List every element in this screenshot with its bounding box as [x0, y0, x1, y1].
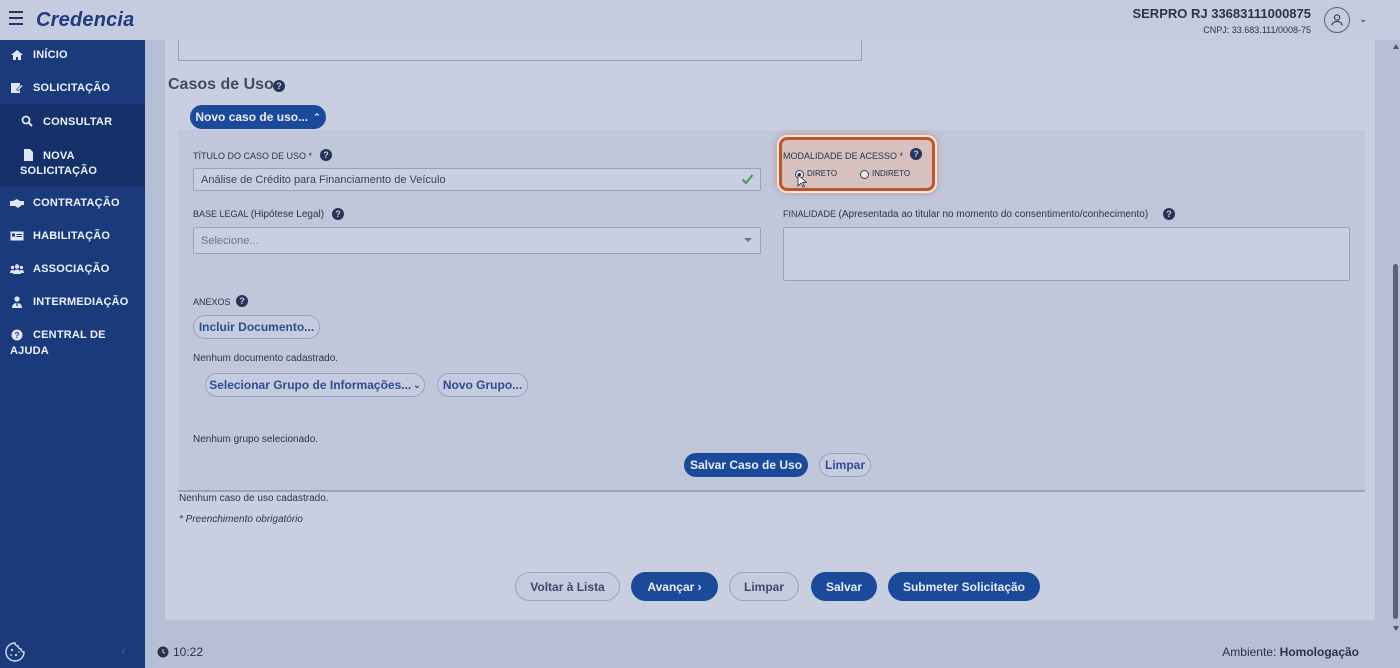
- mouse-cursor-icon: [797, 174, 807, 188]
- menu-icon[interactable]: [9, 11, 23, 25]
- handshake-icon: [10, 199, 24, 208]
- no-use-case-text: Nenhum caso de uso cadastrado.: [179, 493, 329, 504]
- back-to-list-button[interactable]: Voltar à Lista: [515, 572, 620, 601]
- titulo-value: Análise de Crédito para Financiamento de…: [201, 173, 446, 186]
- sidebar-item-nova-solicitacao[interactable]: NOVA SOLICITAÇÃO: [0, 138, 145, 186]
- sidebar-item-label: CENTRAL DE: [33, 329, 106, 341]
- base-legal-select[interactable]: Selecione...: [193, 227, 761, 254]
- anexos-label: ANEXOS: [193, 297, 231, 307]
- sidebar-item-label: SOLICITAÇÃO: [20, 165, 98, 177]
- environment-info: Ambiente: Homologação: [1222, 645, 1359, 659]
- finalidade-label: FINALIDADE (Apresentada ao titular no mo…: [783, 209, 1148, 220]
- users-icon: [10, 264, 24, 274]
- search-icon: [21, 115, 33, 127]
- help-icon[interactable]: ?: [273, 80, 285, 92]
- radio-indireto-label: INDIRETO: [872, 169, 911, 178]
- dropdown-caret-icon: [744, 238, 752, 242]
- select-group-button[interactable]: Selecionar Grupo de Informações... ⌄: [205, 373, 425, 397]
- environment-value: Homologação: [1279, 645, 1359, 659]
- finalidade-label-text: FINALIDADE: [783, 209, 837, 219]
- no-documents-text: Nenhum documento cadastrado.: [193, 353, 339, 364]
- sidebar-item-label: HABILITAÇÃO: [33, 230, 111, 242]
- sidebar-item-associacao[interactable]: ASSOCIAÇÃO: [0, 263, 145, 277]
- submit-request-button[interactable]: Submeter Solicitação: [888, 572, 1040, 601]
- select-group-label: Selecionar Grupo de Informações...: [209, 378, 412, 392]
- base-legal-hint: (Hipótese Legal): [250, 209, 325, 220]
- new-use-case-button[interactable]: Novo caso de uso... ⌃: [190, 105, 326, 129]
- radio-direto-label: DIRETO: [807, 169, 838, 178]
- scroll-down-icon[interactable]: [1393, 626, 1399, 631]
- previous-textarea[interactable]: [178, 40, 862, 61]
- help-icon[interactable]: ?: [236, 295, 248, 307]
- sidebar-item-label: INÍCIO: [33, 49, 68, 61]
- edit-icon: [11, 83, 24, 93]
- base-legal-label-text: BASE LEGAL: [193, 209, 249, 219]
- sidebar: INÍCIO SOLICITAÇÃO CONSULTAR NOVA SOLICI…: [0, 40, 145, 635]
- sidebar-item-label: SOLICITAÇÃO: [33, 82, 111, 94]
- new-group-button[interactable]: Novo Grupo...: [437, 373, 528, 397]
- check-icon: [741, 174, 754, 185]
- no-group-text: Nenhum grupo selecionado.: [193, 434, 319, 445]
- sidebar-item-label: CONTRATAÇÃO: [33, 197, 120, 209]
- organization-name: SERPRO RJ 33683111000875: [1132, 6, 1311, 21]
- sidebar-item-label: CONSULTAR: [43, 116, 113, 128]
- sidebar-item-solicitacao[interactable]: SOLICITAÇÃO: [0, 82, 145, 96]
- sidebar-item-central-de-ajuda[interactable]: ? CENTRAL DE AJUDA: [0, 329, 145, 363]
- incluir-documento-button[interactable]: Incluir Documento...: [193, 315, 320, 339]
- sidebar-item-label: ASSOCIAÇÃO: [33, 263, 110, 275]
- finalidade-hint: (Apresentada ao titular no momento do co…: [838, 209, 1149, 220]
- chevron-down-icon: ⌄: [413, 379, 421, 390]
- modalidade-label: MODALIDADE DE ACESSO *: [783, 151, 904, 161]
- required-note: * Preenchimento obrigatório: [179, 514, 303, 525]
- user-tie-icon: [12, 296, 22, 308]
- current-time: 10:22: [173, 645, 204, 659]
- scroll-up-icon[interactable]: [1393, 44, 1399, 49]
- id-card-icon: [10, 231, 24, 241]
- section-title-casos-de-uso: Casos de Uso: [168, 76, 274, 93]
- document-icon: [24, 149, 33, 161]
- clear-button[interactable]: Limpar: [729, 572, 799, 601]
- sidebar-item-label: NOVA: [43, 150, 75, 162]
- home-icon: [11, 50, 23, 60]
- brand-logo: Credencia: [36, 9, 135, 31]
- environment-label: Ambiente:: [1222, 645, 1277, 659]
- clock-icon: [157, 646, 169, 658]
- help-icon[interactable]: ?: [320, 149, 332, 161]
- user-avatar-button[interactable]: [1324, 7, 1350, 33]
- chevron-up-icon: ⌃: [313, 111, 321, 122]
- scrollbar-thumb[interactable]: [1393, 264, 1398, 619]
- clear-use-case-button[interactable]: Limpar: [819, 453, 871, 477]
- radio-indireto[interactable]: [860, 170, 869, 179]
- base-legal-label: BASE LEGAL (Hipótese Legal): [193, 209, 324, 220]
- chevron-down-icon[interactable]: ⌄: [1359, 14, 1367, 25]
- status-footer: [145, 635, 1400, 668]
- sidebar-item-inicio[interactable]: INÍCIO: [0, 49, 145, 63]
- cookie-settings-icon[interactable]: [4, 641, 26, 663]
- save-button[interactable]: Salvar: [811, 572, 877, 601]
- help-icon[interactable]: ?: [910, 148, 922, 160]
- help-icon[interactable]: ?: [1163, 208, 1175, 220]
- svg-text:?: ?: [14, 331, 19, 340]
- scrollbar[interactable]: [1391, 44, 1400, 634]
- sidebar-item-label: INTERMEDIAÇÃO: [33, 296, 129, 308]
- new-use-case-label: Novo caso de uso...: [195, 110, 309, 124]
- sidebar-item-consultar[interactable]: CONSULTAR: [0, 104, 145, 138]
- organization-info: SERPRO RJ 33683111000875 CNPJ: 33.683.11…: [1132, 6, 1311, 35]
- sidebar-item-contratacao[interactable]: CONTRATAÇÃO: [0, 197, 145, 211]
- sidebar-item-habilitacao[interactable]: HABILITAÇÃO: [0, 230, 145, 244]
- titulo-label: TÍTULO DO CASO DE USO *: [193, 151, 313, 161]
- help-icon[interactable]: ?: [332, 208, 344, 220]
- base-legal-placeholder: Selecione...: [201, 234, 259, 247]
- titulo-input[interactable]: Análise de Crédito para Financiamento de…: [193, 168, 761, 191]
- finalidade-textarea[interactable]: [783, 227, 1350, 281]
- next-button[interactable]: Avançar ›: [631, 572, 718, 601]
- sidebar-item-intermediacao[interactable]: INTERMEDIAÇÃO: [0, 296, 145, 310]
- help-circle-icon: ?: [11, 329, 23, 341]
- collapse-sidebar-button[interactable]: ‹: [121, 643, 125, 658]
- organization-cnpj: CNPJ: 33.683.111/0008-75: [1203, 25, 1311, 35]
- sidebar-item-label: AJUDA: [10, 345, 49, 357]
- user-icon: [1331, 14, 1343, 26]
- save-use-case-button[interactable]: Salvar Caso de Uso: [684, 453, 808, 477]
